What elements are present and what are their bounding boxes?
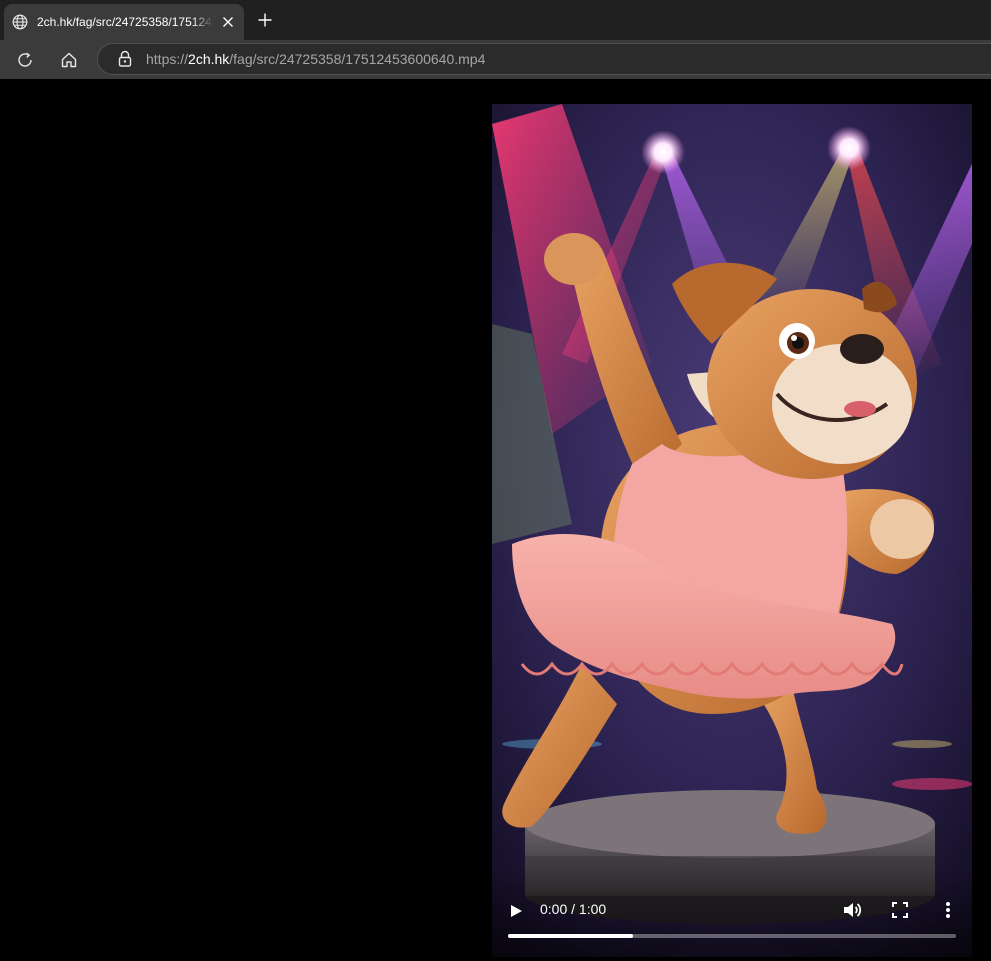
fullscreen-button[interactable] [888, 898, 912, 922]
home-button[interactable] [57, 48, 81, 72]
plus-icon [258, 13, 272, 27]
fullscreen-icon [892, 902, 908, 918]
volume-icon [844, 903, 862, 917]
progress-bar[interactable] [508, 934, 956, 938]
tab-active[interactable]: 2ch.hk/fag/src/24725358/17512453600640.m… [4, 4, 244, 40]
address-url[interactable]: https://2ch.hk/fag/src/24725358/17512453… [146, 51, 485, 67]
video-player[interactable]: 0:00 / 1:00 [492, 104, 972, 957]
play-icon [511, 905, 522, 917]
time-display: 0:00 / 1:00 [540, 901, 607, 917]
progress-buffered [508, 934, 634, 938]
video-frame [492, 104, 972, 957]
lock-icon[interactable] [117, 50, 133, 68]
url-path: /fag/src/24725358/17512453600640.mp4 [229, 51, 486, 67]
more-vertical-icon [946, 902, 950, 918]
volume-button[interactable] [840, 898, 864, 922]
new-tab-button[interactable] [255, 10, 275, 30]
reload-button[interactable] [13, 48, 37, 72]
url-host: 2ch.hk [188, 51, 230, 67]
url-scheme: https:// [146, 51, 189, 67]
tab-title: 2ch.hk/fag/src/24725358/17512453600640.m… [37, 15, 213, 29]
tab-strip: 2ch.hk/fag/src/24725358/17512453600640.m… [0, 0, 991, 40]
play-button[interactable] [504, 899, 528, 923]
close-icon[interactable] [219, 13, 237, 31]
home-icon [61, 52, 77, 68]
more-options-button[interactable] [936, 898, 960, 922]
globe-icon [12, 14, 28, 30]
reload-icon [18, 52, 32, 67]
